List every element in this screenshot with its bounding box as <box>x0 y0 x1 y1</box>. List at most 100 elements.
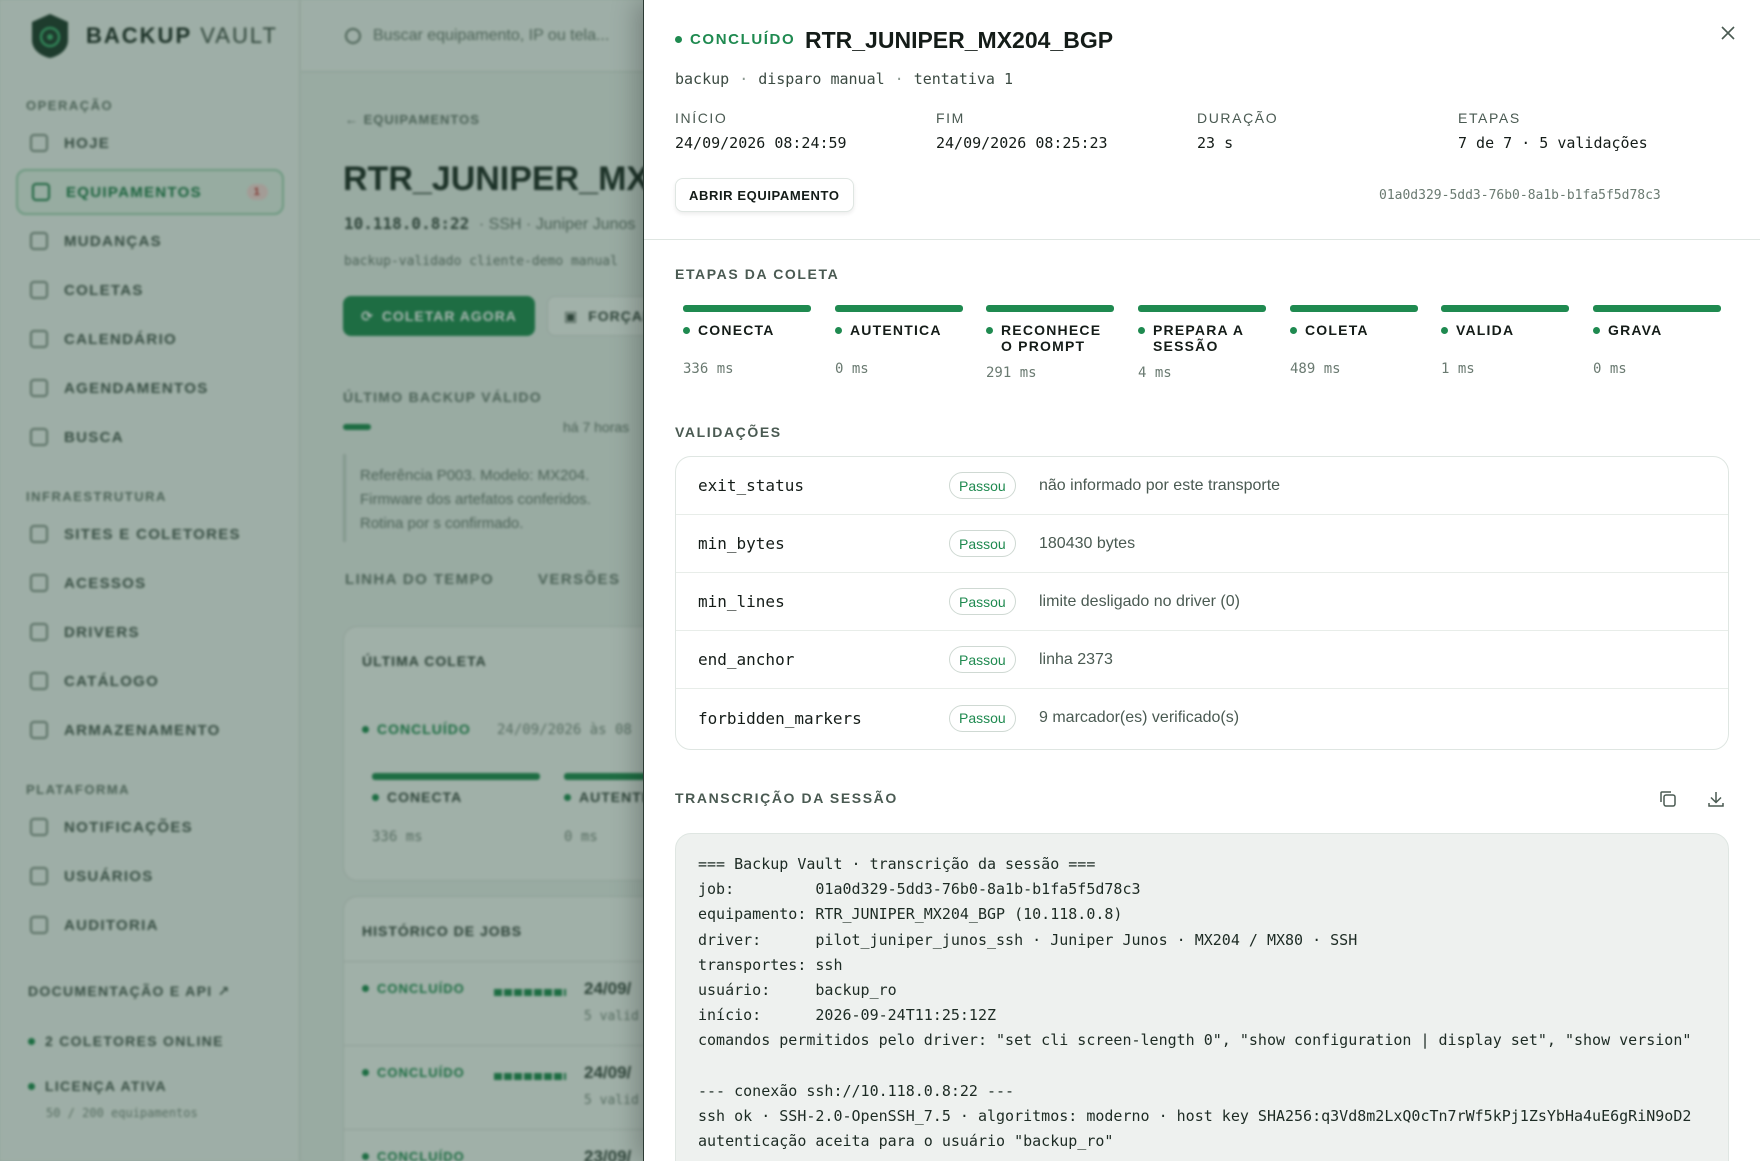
validation-row: exit_status Passou não informado por este … <box>676 457 1728 515</box>
step-label: RECONHECE O PROMPT <box>1001 322 1102 354</box>
transcript-line: driver: pilot_juniper_junos_ssh · Junipe… <box>698 930 1358 949</box>
validation-key: min_lines <box>698 592 785 611</box>
status-dot <box>675 36 682 43</box>
step-bar <box>1290 305 1418 312</box>
step-bar <box>1138 305 1266 312</box>
validation-row: forbidden_markers Passou 9 marcador(es) ve… <box>676 689 1728 747</box>
job-attempt: tentativa 1 <box>913 70 1014 88</box>
stat-value: 7 de 7 · 5 validações <box>1458 134 1648 152</box>
step-validate: VALIDA 1 ms <box>1441 305 1569 377</box>
job-id: 01a0d329-5dd3-76b0-8a1b-b1fa5f5d78c3 <box>1379 188 1661 203</box>
status-label: CONCLUÍDO <box>690 31 796 48</box>
step-ms: 489 ms <box>1290 361 1341 377</box>
validations-section-label: VALIDAÇÕES <box>675 424 782 440</box>
step-ms: 1 ms <box>1441 361 1475 377</box>
transcript-line: transportes: ssh <box>698 955 843 974</box>
step-name: GRAVA <box>1593 322 1721 338</box>
validation-row: min_bytes Passou 180430 bytes <box>676 515 1728 573</box>
stat-end: FIM 24/09/2026 08:25:23 <box>936 110 1108 152</box>
session-transcript[interactable]: === Backup Vault · transcrição da sessão… <box>675 833 1729 1161</box>
close-button[interactable] <box>1716 22 1740 46</box>
validation-result-badge: Passou <box>949 646 1016 673</box>
transcript-line: comandos permitidos pelo driver: "set cl… <box>698 1031 1692 1050</box>
validation-row: min_lines Passou limite desligado no drive… <box>676 573 1728 631</box>
step-authenticate: AUTENTICA 0 ms <box>835 305 963 377</box>
validation-detail: 9 marcador(es) verificado(s) <box>1039 709 1240 726</box>
step-store: GRAVA 0 ms <box>1593 305 1721 377</box>
step-collect: COLETA 489 ms <box>1290 305 1418 377</box>
transcript-line: --- conexão ssh://10.118.0.8:22 --- <box>698 1081 1015 1100</box>
step-connect: CONECTA 336 ms <box>683 305 811 377</box>
download-transcript-button[interactable] <box>1706 789 1728 811</box>
stat-key: DURAÇÃO <box>1197 110 1279 126</box>
validation-detail: linha 2373 <box>1039 650 1113 668</box>
step-ms: 0 ms <box>835 361 869 377</box>
validation-result-badge: Passou <box>949 530 1016 557</box>
step-ms: 0 ms <box>1593 361 1627 377</box>
validation-key: end_anchor <box>698 650 795 669</box>
transcript-line: equipamento: RTR_JUNIPER_MX204_BGP (10.1… <box>698 905 1123 924</box>
validation-row: end_anchor Passou linha 2373 <box>676 631 1728 689</box>
step-ms: 4 ms <box>1138 365 1172 381</box>
drawer-title: RTR_JUNIPER_MX204_BGP <box>805 27 1114 53</box>
stat-value: 24/09/2026 08:25:23 <box>936 134 1108 152</box>
step-label: COLETA <box>1305 322 1369 338</box>
step-bar <box>1441 305 1569 312</box>
step-bar <box>1593 305 1721 312</box>
open-equipment-button[interactable]: ABRIR EQUIPAMENTO <box>675 178 854 212</box>
validation-detail: limite desligado no driver (0) <box>1039 592 1240 610</box>
step-prepare: PREPARA A SESSÃO 4 ms <box>1138 305 1266 381</box>
stat-start: INÍCIO 24/09/2026 08:24:59 <box>675 110 847 152</box>
steps-section-label: ETAPAS DA COLETA <box>675 266 840 282</box>
step-ms: 336 ms <box>683 361 734 377</box>
transcript-line: === Backup Vault · transcrição da sessão… <box>698 855 1096 873</box>
step-label: AUTENTICA <box>850 322 942 338</box>
job-type: backup <box>675 70 730 88</box>
validation-detail: 180430 bytes <box>1039 534 1136 552</box>
step-name: COLETA <box>1290 322 1418 338</box>
validation-key: min_bytes <box>698 534 785 553</box>
close-icon <box>1721 26 1735 40</box>
transcript-line: autenticação aceita para o usuário "back… <box>698 1132 1114 1151</box>
transcript-line: job: 01a0d329-5dd3-76b0-8a1b-b1fa5f5d78c… <box>698 880 1141 899</box>
validation-result-badge: Passou <box>949 588 1016 615</box>
validation-key: forbidden_markers <box>698 708 862 728</box>
job-detail-drawer: CONCLUÍDO RTR_JUNIPER_MX204_BGP backup · … <box>643 0 1760 1161</box>
collection-steps: CONECTA 336 ms AUTENTICA 0 ms RECONHECE O … <box>683 305 1731 395</box>
stat-key: INÍCIO <box>675 110 728 126</box>
transcript-line: início: 2026-09-24T11:25:12Z <box>698 1006 997 1025</box>
transcript-line: ssh ok · SSH-2.0-OpenSSH_7.5 · algoritmo… <box>698 1107 1692 1126</box>
stat-value: 23 s <box>1197 134 1234 152</box>
stat-steps: ETAPAS 7 de 7 · 5 validações <box>1458 110 1648 152</box>
download-icon <box>1708 792 1724 807</box>
step-name: AUTENTICA <box>835 322 963 338</box>
stat-key: ETAPAS <box>1458 110 1521 126</box>
step-bar <box>683 305 811 312</box>
transcript-actions <box>1658 789 1728 811</box>
step-name: VALIDA <box>1441 322 1569 338</box>
drawer-header: CONCLUÍDO RTR_JUNIPER_MX204_BGP backup · … <box>644 0 1760 240</box>
step-name: PREPARA A SESSÃO <box>1138 322 1266 354</box>
validations-table: exit_status Passou não informado por este … <box>675 456 1729 750</box>
status-badge: CONCLUÍDO <box>675 31 795 48</box>
copy-transcript-button[interactable] <box>1658 789 1680 811</box>
copy-icon <box>1660 791 1676 807</box>
step-bar <box>835 305 963 312</box>
step-label: VALIDA <box>1456 322 1515 338</box>
step-name: RECONHECE O PROMPT <box>986 322 1114 354</box>
job-trigger: disparo manual <box>758 70 885 88</box>
transcript-line <box>698 1054 1728 1079</box>
validation-result-badge: Passou <box>949 704 1016 732</box>
step-label: CONECTA <box>698 322 775 338</box>
validation-key: exit_status <box>698 476 804 495</box>
step-label: GRAVA <box>1608 322 1663 338</box>
step-prompt: RECONHECE O PROMPT 291 ms <box>986 305 1114 381</box>
step-label: PREPARA A SESSÃO <box>1153 322 1244 354</box>
stat-value: 24/09/2026 08:24:59 <box>675 134 847 152</box>
transcript-section-label: TRANSCRIÇÃO DA SESSÃO <box>675 790 898 806</box>
job-meta: backup · disparo manual · tentativa 1 <box>675 70 1014 88</box>
step-name: CONECTA <box>683 322 811 338</box>
validation-detail: não informado por este transporte <box>1039 476 1281 494</box>
stat-duration: DURAÇÃO 23 s <box>1197 110 1278 152</box>
stat-key: FIM <box>936 110 965 126</box>
